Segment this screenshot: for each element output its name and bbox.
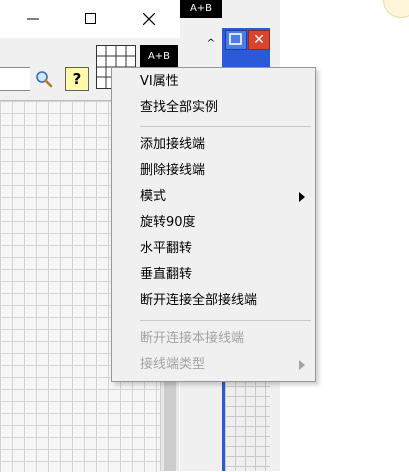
- minimize-button[interactable]: [4, 0, 62, 38]
- menu-item-vi-properties[interactable]: VI属性: [112, 69, 315, 95]
- menu-item-label: 断开连接本接线端: [140, 331, 245, 346]
- menu-item-patterns[interactable]: 模式: [112, 184, 315, 210]
- second-window-close-button[interactable]: ✕: [248, 30, 270, 50]
- close-button[interactable]: [120, 0, 178, 38]
- menu-item-flip-horizontal[interactable]: 水平翻转: [112, 236, 315, 262]
- vi-icon[interactable]: A+B: [140, 45, 178, 67]
- maximize-icon: [85, 13, 96, 24]
- maximize-button[interactable]: [62, 0, 120, 38]
- menu-item-label: 水平翻转: [140, 241, 193, 256]
- menu-item-remove-terminal[interactable]: 删除接线端: [112, 158, 315, 184]
- close-icon: ✕: [253, 32, 265, 48]
- title-bar: [0, 0, 180, 38]
- magnifier-icon: [36, 71, 53, 88]
- menu-item-add-terminal[interactable]: 添加接线端: [112, 132, 315, 158]
- menu-item-label: 旋转90度: [140, 215, 196, 230]
- second-window-vi-icon[interactable]: A+B: [180, 0, 222, 18]
- help-label: ?: [72, 70, 82, 88]
- maximize-icon: [229, 33, 242, 45]
- menu-separator: [140, 126, 311, 127]
- scroll-up-arrow-icon[interactable]: ^: [206, 38, 216, 52]
- menu-item-find-all-instances[interactable]: 查找全部实例: [112, 95, 315, 121]
- menu-item-label: 接线端类型: [140, 357, 206, 372]
- close-icon: [143, 13, 155, 25]
- menu-item-label: 断开连接全部接线端: [140, 293, 258, 308]
- menu-item-disconnect-this-terminal: 断开连接本接线端: [112, 326, 315, 352]
- menu-separator: [140, 320, 311, 321]
- minimize-icon: [27, 18, 39, 20]
- submenu-arrow-icon: [299, 192, 305, 202]
- menu-item-label: 添加接线端: [140, 137, 206, 152]
- menu-item-label: 删除接线端: [140, 163, 206, 178]
- menu-item-label: 模式: [140, 189, 167, 204]
- menu-item-rotate-90[interactable]: 旋转90度: [112, 210, 315, 236]
- second-window-maximize-button[interactable]: [225, 30, 247, 50]
- vi-icon-label: A+B: [147, 50, 171, 62]
- submenu-arrow-icon: [299, 360, 305, 370]
- second-window-icon-label: A+B: [189, 2, 213, 14]
- menu-item-label: VI属性: [140, 74, 179, 89]
- menu-item-label: 查找全部实例: [140, 100, 219, 115]
- search-button[interactable]: [30, 67, 58, 91]
- context-menu: VI属性 查找全部实例 添加接线端 删除接线端 模式 旋转90度 水平翻转 垂直…: [111, 67, 316, 382]
- help-button[interactable]: ?: [65, 67, 89, 91]
- notification-circle: [383, 0, 409, 18]
- menu-item-flip-vertical[interactable]: 垂直翻转: [112, 262, 315, 288]
- menu-item-label: 垂直翻转: [140, 267, 193, 282]
- menu-item-disconnect-all-terminals[interactable]: 断开连接全部接线端: [112, 288, 315, 314]
- menu-item-terminal-type: 接线端类型: [112, 352, 315, 378]
